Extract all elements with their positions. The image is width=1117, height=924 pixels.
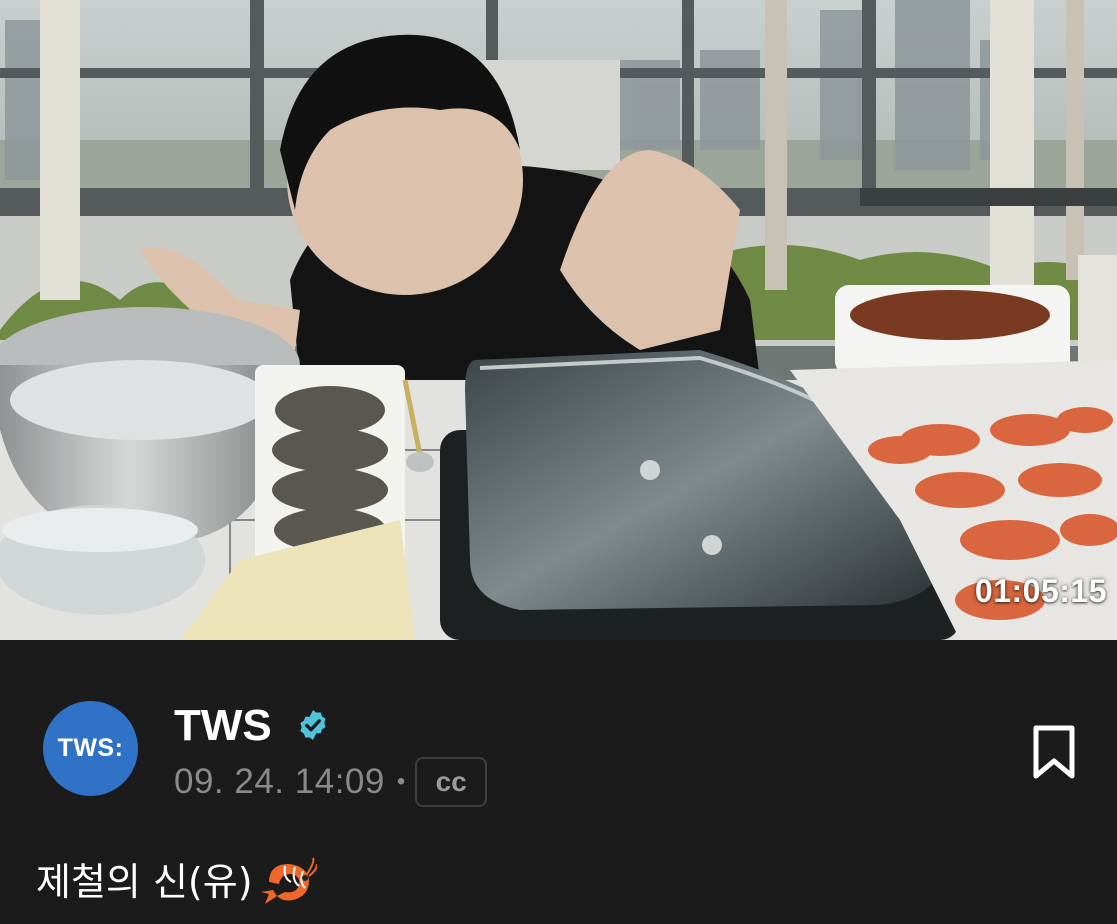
post-caption: 제철의 신(유) (36, 856, 317, 908)
thumbnail-image (0, 0, 1117, 640)
meta-separator: • (396, 768, 406, 795)
video-duration: 01:05:15 (974, 573, 1107, 609)
shrimp-emoji-icon (260, 857, 317, 904)
cc-badge[interactable]: cc (415, 757, 488, 807)
video-thumbnail[interactable]: 01:05:15 (0, 0, 1117, 640)
avatar-text: TWS: (57, 734, 124, 762)
caption-text: 제철의 신(유) (36, 860, 253, 904)
author-name[interactable]: TWS (174, 702, 272, 750)
post-meta-row: 09. 24. 14:09 • cc (174, 757, 488, 807)
post-info: TWS: TWS 09. 24. 14:09 • cc 제철의 신(유) (0, 640, 1117, 924)
post-date: 09. 24. 14:09 (174, 762, 385, 801)
verified-badge-icon (300, 710, 326, 740)
avatar[interactable]: TWS: (43, 701, 138, 796)
bookmark-icon[interactable] (1028, 724, 1080, 782)
